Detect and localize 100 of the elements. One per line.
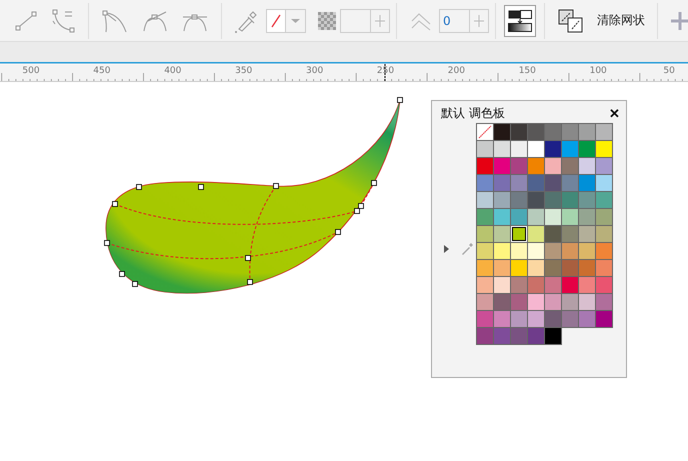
color-swatch[interactable] xyxy=(579,192,595,208)
color-swatch[interactable] xyxy=(477,158,493,174)
color-swatch[interactable] xyxy=(494,209,510,225)
color-swatch[interactable] xyxy=(528,158,544,174)
color-swatch[interactable] xyxy=(579,209,595,225)
color-swatch[interactable] xyxy=(562,209,578,225)
color-swatch[interactable] xyxy=(511,243,527,259)
color-swatch[interactable] xyxy=(494,175,510,191)
color-swatch[interactable] xyxy=(596,141,612,157)
outline-color-dropdown[interactable] xyxy=(266,8,306,32)
eyedropper-icon[interactable] xyxy=(461,243,473,255)
clear-mesh-label[interactable]: 清除网状 xyxy=(597,12,645,29)
color-swatch[interactable] xyxy=(477,175,493,191)
color-swatch[interactable] xyxy=(562,175,578,191)
color-swatch[interactable] xyxy=(562,226,578,242)
color-swatch[interactable] xyxy=(494,260,510,276)
color-swatch[interactable] xyxy=(545,209,561,225)
color-swatch[interactable] xyxy=(494,226,510,242)
color-swatch[interactable] xyxy=(545,226,561,242)
color-swatch[interactable] xyxy=(562,192,578,208)
color-swatch[interactable] xyxy=(562,243,578,259)
color-swatch[interactable] xyxy=(545,260,561,276)
color-swatch[interactable] xyxy=(511,328,527,344)
color-swatch[interactable] xyxy=(528,277,544,293)
color-swatch[interactable] xyxy=(494,294,510,310)
color-swatch[interactable] xyxy=(545,294,561,310)
color-swatch[interactable] xyxy=(477,260,493,276)
color-swatch[interactable] xyxy=(511,141,527,157)
color-swatch[interactable] xyxy=(528,328,544,344)
color-swatch[interactable] xyxy=(596,260,612,276)
color-swatch[interactable] xyxy=(494,311,510,327)
curve-node-icon[interactable] xyxy=(51,8,75,32)
color-swatch[interactable] xyxy=(562,260,578,276)
color-swatch[interactable] xyxy=(511,311,527,327)
color-swatch[interactable] xyxy=(494,328,510,344)
color-swatch[interactable] xyxy=(477,124,493,140)
color-swatch[interactable] xyxy=(545,124,561,140)
color-swatch[interactable] xyxy=(596,226,612,242)
cusp-node-icon[interactable] xyxy=(102,8,128,32)
color-swatch[interactable] xyxy=(528,141,544,157)
color-swatch[interactable] xyxy=(579,158,595,174)
color-swatch[interactable] xyxy=(511,158,527,174)
color-swatch[interactable] xyxy=(545,192,561,208)
color-swatch[interactable] xyxy=(562,124,578,140)
color-swatch[interactable] xyxy=(579,243,595,259)
spinner-icon[interactable] xyxy=(370,8,390,32)
color-swatch[interactable] xyxy=(511,209,527,225)
color-swatch[interactable] xyxy=(562,141,578,157)
color-swatch[interactable] xyxy=(528,294,544,310)
eyedropper-icon[interactable] xyxy=(235,8,257,32)
line-node-icon[interactable] xyxy=(15,10,37,32)
color-swatch[interactable] xyxy=(596,311,612,327)
color-swatch[interactable] xyxy=(511,260,527,276)
color-swatch[interactable] xyxy=(528,260,544,276)
color-swatch[interactable] xyxy=(579,226,595,242)
color-swatch[interactable] xyxy=(511,277,527,293)
color-swatch[interactable] xyxy=(596,175,612,191)
color-swatch[interactable] xyxy=(528,124,544,140)
color-swatch[interactable] xyxy=(528,175,544,191)
color-swatch[interactable] xyxy=(477,311,493,327)
clear-mesh-icon[interactable] xyxy=(558,8,584,32)
transparency-icon[interactable] xyxy=(318,12,336,30)
color-swatch[interactable] xyxy=(562,311,578,327)
color-swatch[interactable] xyxy=(545,243,561,259)
color-swatch[interactable] xyxy=(562,277,578,293)
color-swatch[interactable] xyxy=(579,294,595,310)
color-swatch[interactable] xyxy=(545,311,561,327)
color-swatch[interactable] xyxy=(596,243,612,259)
color-swatch[interactable] xyxy=(579,141,595,157)
color-swatch[interactable] xyxy=(511,192,527,208)
color-swatch[interactable] xyxy=(494,158,510,174)
color-swatch[interactable] xyxy=(477,226,493,242)
color-swatch[interactable] xyxy=(596,277,612,293)
color-swatch[interactable] xyxy=(494,243,510,259)
close-button[interactable]: ✕ xyxy=(609,106,620,120)
mesh-fill-toggle-button[interactable] xyxy=(504,4,536,36)
smooth-node-icon[interactable] xyxy=(142,8,168,32)
color-swatch[interactable] xyxy=(494,141,510,157)
color-swatch[interactable] xyxy=(511,226,527,242)
expand-arrow-icon[interactable] xyxy=(444,245,449,253)
transparency-field[interactable] xyxy=(340,8,370,32)
color-swatch[interactable] xyxy=(477,243,493,259)
color-swatch[interactable] xyxy=(596,209,612,225)
color-swatch[interactable] xyxy=(511,175,527,191)
color-swatch[interactable] xyxy=(596,158,612,174)
color-swatch[interactable] xyxy=(477,209,493,225)
color-swatch[interactable] xyxy=(528,192,544,208)
color-swatch[interactable] xyxy=(545,158,561,174)
color-swatch[interactable] xyxy=(477,328,493,344)
spinner-icon[interactable] xyxy=(469,8,489,32)
color-swatch[interactable] xyxy=(528,243,544,259)
color-swatch[interactable] xyxy=(477,294,493,310)
add-icon[interactable] xyxy=(671,12,688,30)
color-swatch[interactable] xyxy=(579,175,595,191)
color-swatch[interactable] xyxy=(545,175,561,191)
color-swatch[interactable] xyxy=(528,311,544,327)
color-swatch[interactable] xyxy=(579,311,595,327)
color-swatch[interactable] xyxy=(528,226,544,242)
color-swatch[interactable] xyxy=(596,192,612,208)
color-swatch[interactable] xyxy=(579,260,595,276)
